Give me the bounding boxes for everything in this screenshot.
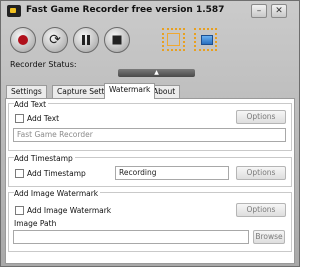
tab-watermark[interactable]: Watermark xyxy=(104,83,156,99)
close-button[interactable]: ✕ xyxy=(271,4,287,18)
refresh-button[interactable]: ⟳ xyxy=(42,27,68,53)
recorder-status-label: Recorder Status: xyxy=(10,60,77,69)
add-timestamp-checkbox-label[interactable]: Add Timestamp xyxy=(27,169,86,178)
title-bar[interactable]: Fast Game Recorder free version 1.587 – … xyxy=(1,1,299,22)
image-path-label: Image Path xyxy=(14,219,57,228)
add-image-checkbox[interactable] xyxy=(15,206,24,215)
add-timestamp-checkbox[interactable] xyxy=(15,169,24,178)
pause-icon xyxy=(82,35,90,45)
stop-button[interactable] xyxy=(104,27,130,53)
image-path-field[interactable] xyxy=(13,230,249,244)
pause-button[interactable] xyxy=(73,27,99,53)
add-text-group-title: Add Text xyxy=(14,100,49,109)
minimize-button[interactable]: – xyxy=(251,4,267,18)
add-image-checkbox-label[interactable]: Add Image Watermark xyxy=(27,206,111,215)
app-window: Fast Game Recorder free version 1.587 – … xyxy=(0,0,300,267)
add-text-checkbox[interactable] xyxy=(15,114,24,123)
add-text-checkbox-label[interactable]: Add Text xyxy=(27,114,59,123)
add-timestamp-group-title: Add Timestamp xyxy=(14,154,75,163)
record-button[interactable] xyxy=(10,27,36,53)
watermark-text-field[interactable]: Fast Game Recorder xyxy=(13,128,286,142)
collapse-panel-button[interactable]: ▲ xyxy=(118,69,195,77)
browse-button[interactable]: Browse xyxy=(253,230,285,244)
stop-icon xyxy=(112,35,122,45)
capture-window-button[interactable] xyxy=(194,28,217,51)
app-logo-icon xyxy=(7,5,21,17)
add-image-group-title: Add Image Watermark xyxy=(14,189,101,198)
add-text-options-button[interactable]: Options xyxy=(236,110,286,124)
capture-region-button[interactable] xyxy=(162,28,185,51)
tab-settings[interactable]: Settings xyxy=(6,85,47,98)
record-icon xyxy=(18,35,28,45)
window-title: Fast Game Recorder free version 1.587 xyxy=(26,5,225,15)
timestamp-format-field[interactable]: Recording xyxy=(115,166,229,180)
add-image-options-button[interactable]: Options xyxy=(236,203,286,217)
add-timestamp-options-button[interactable]: Options xyxy=(236,166,286,180)
refresh-icon: ⟳ xyxy=(49,32,61,48)
